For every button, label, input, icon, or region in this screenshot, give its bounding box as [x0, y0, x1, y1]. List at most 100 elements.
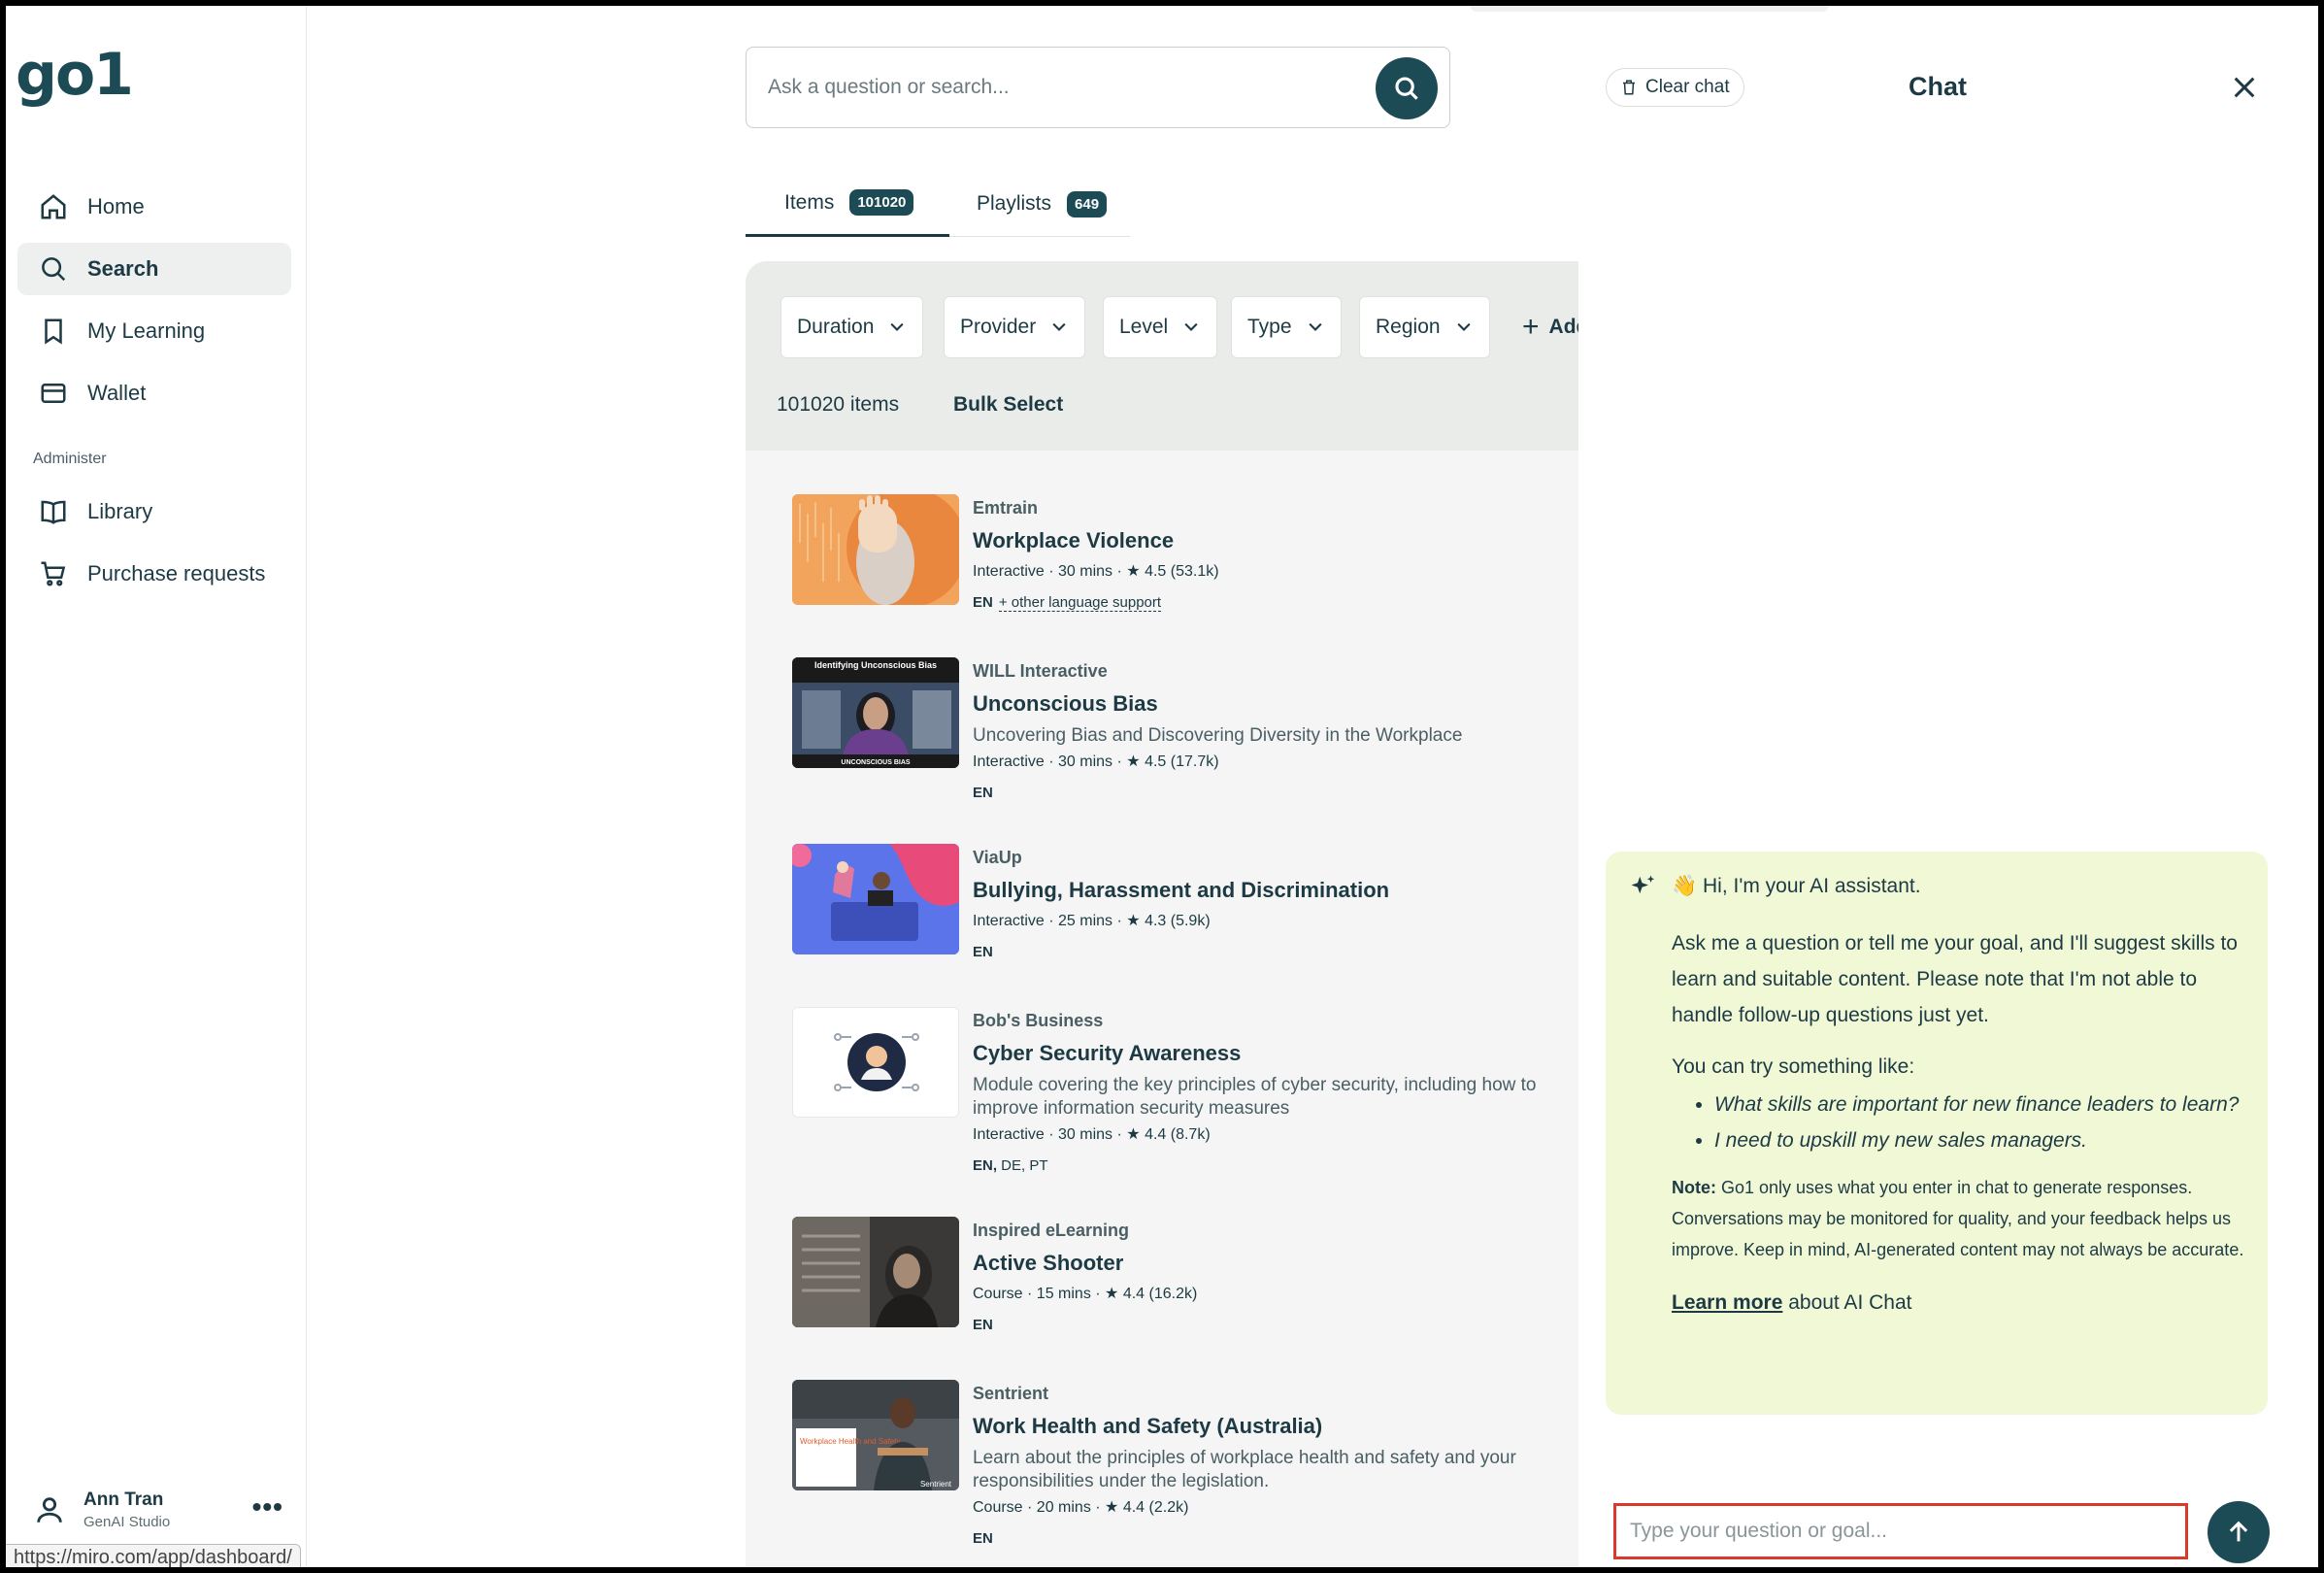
sidebar-item-search[interactable]: Search: [17, 243, 291, 295]
item-languages: EN: [973, 785, 1633, 801]
close-chat-button[interactable]: [2231, 74, 2260, 103]
ai-learn-more: Learn more about AI Chat: [1672, 1285, 2244, 1321]
chevron-down-icon: [1308, 322, 1322, 331]
filter-duration[interactable]: Duration: [780, 296, 924, 358]
sidebar-item-label: My Learning: [87, 318, 206, 343]
thumbnail-caption: Workplace Health and Safety: [800, 1437, 900, 1446]
sidebar-item-label: Purchase requests: [87, 561, 266, 586]
book-icon: [37, 495, 70, 528]
chevron-down-icon: [1052, 322, 1066, 331]
go1-logo[interactable]: go1: [16, 41, 134, 109]
tab-label: Playlists: [977, 192, 1052, 215]
sidebar-item-label: Search: [87, 256, 159, 281]
home-icon: [37, 190, 70, 223]
sidebar-item-purchase-requests[interactable]: Purchase requests: [17, 548, 291, 600]
item-description: Uncovering Bias and Discovering Diversit…: [973, 725, 1463, 746]
clear-chat-label: Clear chat: [1645, 77, 1730, 97]
ai-note-text: Go1 only uses what you enter in chat to …: [1672, 1178, 2244, 1259]
result-count: 101020 items: [777, 393, 900, 416]
thumbnail-image: Workplace Health and Safety Sentrient: [792, 1380, 959, 1490]
count-badge: 101020: [849, 189, 914, 216]
item-meta: Interactive · 30 mins · ★ 4.4 (8.7k): [973, 1126, 1211, 1143]
user-profile[interactable]: Ann Tran GenAI Studio •••: [33, 1486, 295, 1534]
item-description: Learn about the principles of workplace …: [973, 1448, 1516, 1491]
search-bar: [746, 47, 1450, 128]
search-input[interactable]: [768, 67, 1350, 108]
item-meta: Interactive · 25 mins · ★ 4.3 (5.9k): [973, 913, 1211, 929]
filter-level[interactable]: Level: [1103, 296, 1218, 358]
language-support-link[interactable]: + other language support: [998, 594, 1162, 612]
ai-greeting: 👋 Hi, I'm your AI assistant.: [1672, 875, 1921, 897]
thumbnail-caption-top: Identifying Unconscious Bias: [814, 660, 937, 670]
search-icon: [37, 252, 70, 285]
ai-note-label: Note:: [1672, 1178, 1716, 1197]
item-meta: Course · 15 mins · ★ 4.4 (16.2k): [973, 1286, 1198, 1302]
tab-label: Items: [784, 190, 835, 214]
language-primary: EN: [973, 944, 993, 960]
thumbnail-brand: Sentrient: [920, 1480, 952, 1489]
tab-playlists[interactable]: Playlists 649: [977, 171, 1108, 237]
more-options-icon[interactable]: •••: [252, 1491, 283, 1523]
ai-intro: Ask me a question or tell me your goal, …: [1672, 932, 2238, 1026]
filter-type[interactable]: Type: [1231, 296, 1342, 358]
item-provider: ViaUp: [973, 848, 1022, 867]
ai-example[interactable]: I need to upskill my new sales managers.: [1714, 1122, 2244, 1158]
clear-chat-button[interactable]: Clear chat: [1606, 68, 1744, 107]
result-tabs: Items 101020 Playlists 649: [746, 171, 1130, 237]
item-title[interactable]: Cyber Security Awareness: [973, 1041, 1633, 1066]
item-meta: Interactive · 30 mins · ★ 4.5 (53.1k): [973, 563, 1219, 580]
item-title[interactable]: Work Health and Safety (Australia): [973, 1414, 1633, 1439]
thumbnail-image: Identifying Unconscious Bias UNCONSCIOUS…: [792, 657, 959, 768]
status-url: https://miro.com/app/dashboard/: [6, 1544, 301, 1567]
filter-provider[interactable]: Provider: [944, 296, 1086, 358]
chat-input-field: [1613, 1503, 2188, 1559]
ai-example[interactable]: What skills are important for new financ…: [1714, 1087, 2244, 1122]
thumbnail-caption-bottom: UNCONSCIOUS BIAS: [841, 759, 911, 766]
search-icon: [1395, 77, 1418, 100]
item-provider: Bob's Business: [973, 1011, 1104, 1030]
language-primary: EN: [973, 1317, 993, 1333]
bulk-select-button[interactable]: Bulk Select: [953, 393, 1063, 417]
language-primary: EN,: [973, 1157, 998, 1174]
thumbnail-image: [792, 1217, 959, 1327]
count-badge: 649: [1067, 190, 1108, 218]
filter-label: Level: [1119, 316, 1169, 338]
language-primary: EN: [973, 594, 993, 611]
filter-label: Duration: [797, 316, 875, 338]
wallet-icon: [37, 377, 70, 410]
search-button[interactable]: [1376, 57, 1438, 119]
thumbnail-image: [792, 1007, 959, 1118]
chat-input[interactable]: [1616, 1506, 2185, 1556]
sidebar-item-library[interactable]: Library: [17, 485, 291, 538]
thumbnail-image: [792, 494, 959, 605]
top-shadow: [1470, 6, 1829, 12]
cart-icon: [37, 557, 70, 590]
sidebar-item-home[interactable]: Home: [17, 181, 291, 233]
language-primary: EN: [973, 785, 993, 801]
item-title[interactable]: Workplace Violence: [973, 528, 1633, 553]
ai-try-label: You can try something like:: [1672, 1055, 1915, 1078]
section-label-administer: Administer: [33, 451, 107, 467]
item-title[interactable]: Active Shooter: [973, 1251, 1633, 1276]
tab-items[interactable]: Items 101020: [746, 171, 949, 237]
item-title[interactable]: Unconscious Bias: [973, 691, 1633, 717]
item-languages: EN: [973, 1317, 1633, 1333]
chat-panel: Clear chat Chat 👋 Hi, I'm your AI assist…: [1578, 47, 2318, 1567]
ai-note: Note: Go1 only uses what you enter in ch…: [1672, 1172, 2244, 1265]
arrow-up-icon: [2229, 1521, 2248, 1542]
close-icon: [2234, 77, 2255, 98]
send-button[interactable]: [2208, 1501, 2270, 1563]
language-others: DE, PT: [997, 1157, 1048, 1174]
item-provider: Sentrient: [973, 1384, 1049, 1403]
item-languages: EN, DE, PT: [973, 1157, 1633, 1174]
filter-bar: Duration Provider Level Type Region + Ad…: [746, 261, 1639, 451]
learn-more-link[interactable]: Learn more: [1672, 1291, 1782, 1314]
filter-region[interactable]: Region: [1359, 296, 1490, 358]
ai-examples: What skills are important for new financ…: [1714, 1087, 2244, 1158]
sidebar-item-my-learning[interactable]: My Learning: [17, 305, 291, 357]
sidebar-item-label: Home: [87, 194, 145, 218]
item-languages: EN + other language support: [973, 594, 1633, 612]
plus-icon: +: [1522, 311, 1540, 343]
item-title[interactable]: Bullying, Harassment and Discrimination: [973, 878, 1633, 903]
sidebar-item-wallet[interactable]: Wallet: [17, 367, 291, 419]
